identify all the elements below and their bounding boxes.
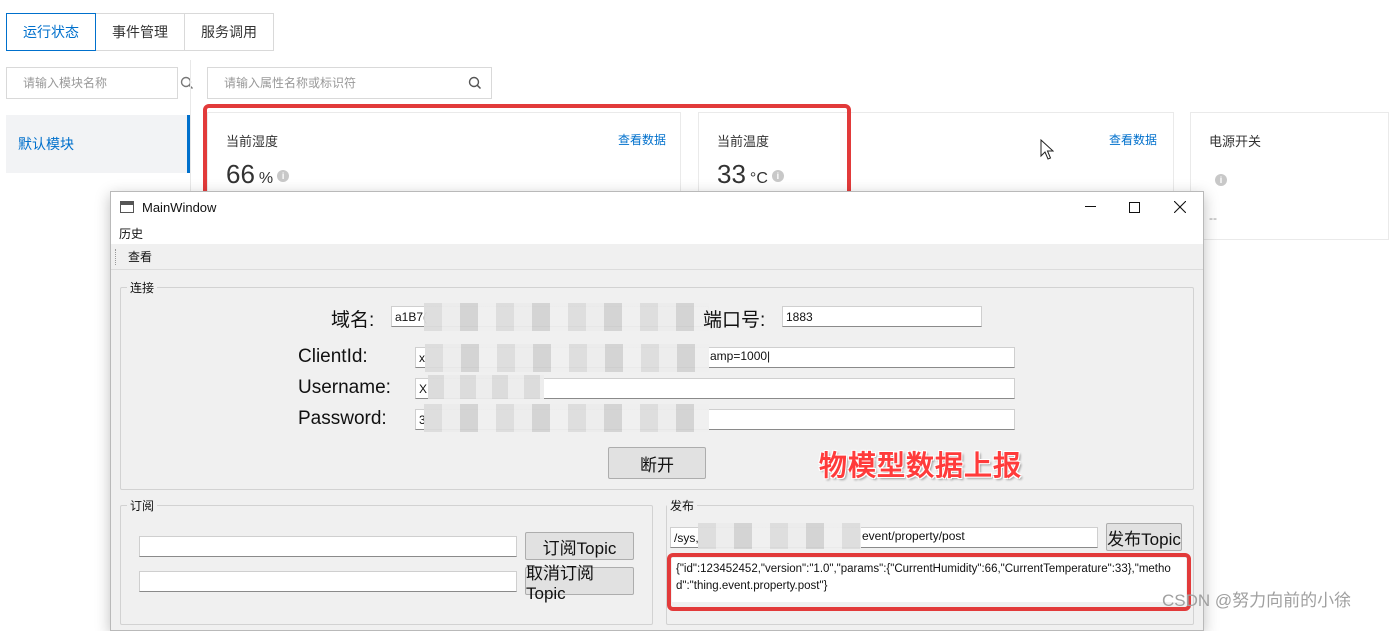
highlight-box-properties	[203, 104, 851, 201]
redacted-region	[425, 344, 709, 372]
app-icon	[120, 201, 134, 213]
toolbar: 查看	[111, 244, 1203, 270]
sidebar-divider	[190, 60, 191, 200]
card-title: 电源开关	[1209, 134, 1262, 149]
module-search-input[interactable]	[21, 75, 180, 91]
disconnect-button[interactable]: 断开	[608, 447, 706, 479]
property-search	[207, 67, 492, 99]
toolbar-grip[interactable]	[115, 248, 118, 265]
toolbar-view-button[interactable]: 查看	[128, 248, 152, 265]
clientid-label: ClientId:	[298, 346, 368, 367]
tab-service-call[interactable]: 服务调用	[185, 14, 273, 50]
annotation-text: 物模型数据上报	[819, 450, 1023, 481]
watermark: CSDN @努力向前的小徐	[1162, 591, 1352, 610]
tab-event-management[interactable]: 事件管理	[96, 14, 185, 50]
tab-running-status[interactable]: 运行状态	[6, 13, 96, 51]
connect-group-label: 连接	[127, 279, 158, 296]
sidebar-item-default-module[interactable]: 默认模块	[6, 115, 190, 173]
module-search	[6, 67, 194, 99]
search-icon[interactable]	[459, 68, 491, 98]
subscribe-topic-input[interactable]	[139, 536, 517, 557]
title-bar: MainWindow	[111, 192, 1203, 222]
redacted-region	[424, 404, 709, 432]
property-search-input[interactable]	[222, 75, 459, 91]
username-label: Username:	[298, 377, 391, 398]
close-icon[interactable]	[1157, 192, 1203, 222]
publish-topic-suffix: event/property/post	[862, 529, 965, 543]
port-label: 端口号:	[703, 310, 766, 331]
subscribe-topic-button[interactable]: 订阅Topic	[525, 532, 634, 560]
menu-history[interactable]: 历史	[119, 225, 143, 242]
card-value: --	[1209, 211, 1217, 225]
redacted-region	[428, 375, 544, 399]
highlight-box-payload	[667, 553, 1191, 611]
port-input[interactable]	[782, 306, 982, 327]
password-label: Password:	[298, 408, 387, 429]
subscribe-group-label: 订阅	[127, 497, 158, 514]
minimize-icon[interactable]	[1067, 192, 1113, 222]
redacted-region	[424, 303, 709, 331]
info-icon[interactable]: i	[1215, 171, 1227, 189]
unsubscribe-topic-input[interactable]	[139, 571, 517, 592]
unsubscribe-topic-button[interactable]: 取消订阅Topic	[525, 564, 634, 603]
publish-topic-button[interactable]: 发布Topic	[1106, 523, 1182, 551]
property-card-power-switch: 电源开关 i --	[1190, 112, 1389, 240]
status-tabs: 运行状态 事件管理 服务调用	[6, 13, 274, 51]
maximize-icon[interactable]	[1111, 192, 1157, 222]
view-data-link[interactable]: 查看数据	[1109, 131, 1157, 148]
cursor-icon	[1040, 138, 1055, 166]
domain-label: 域名:	[331, 310, 375, 331]
redacted-region	[698, 523, 861, 549]
publish-group-label: 发布	[667, 497, 698, 514]
search-icon[interactable]	[180, 68, 194, 98]
menu-bar: 历史	[111, 222, 1203, 244]
window-title: MainWindow	[142, 199, 217, 215]
clientid-tail: amp=1000|	[710, 349, 771, 363]
